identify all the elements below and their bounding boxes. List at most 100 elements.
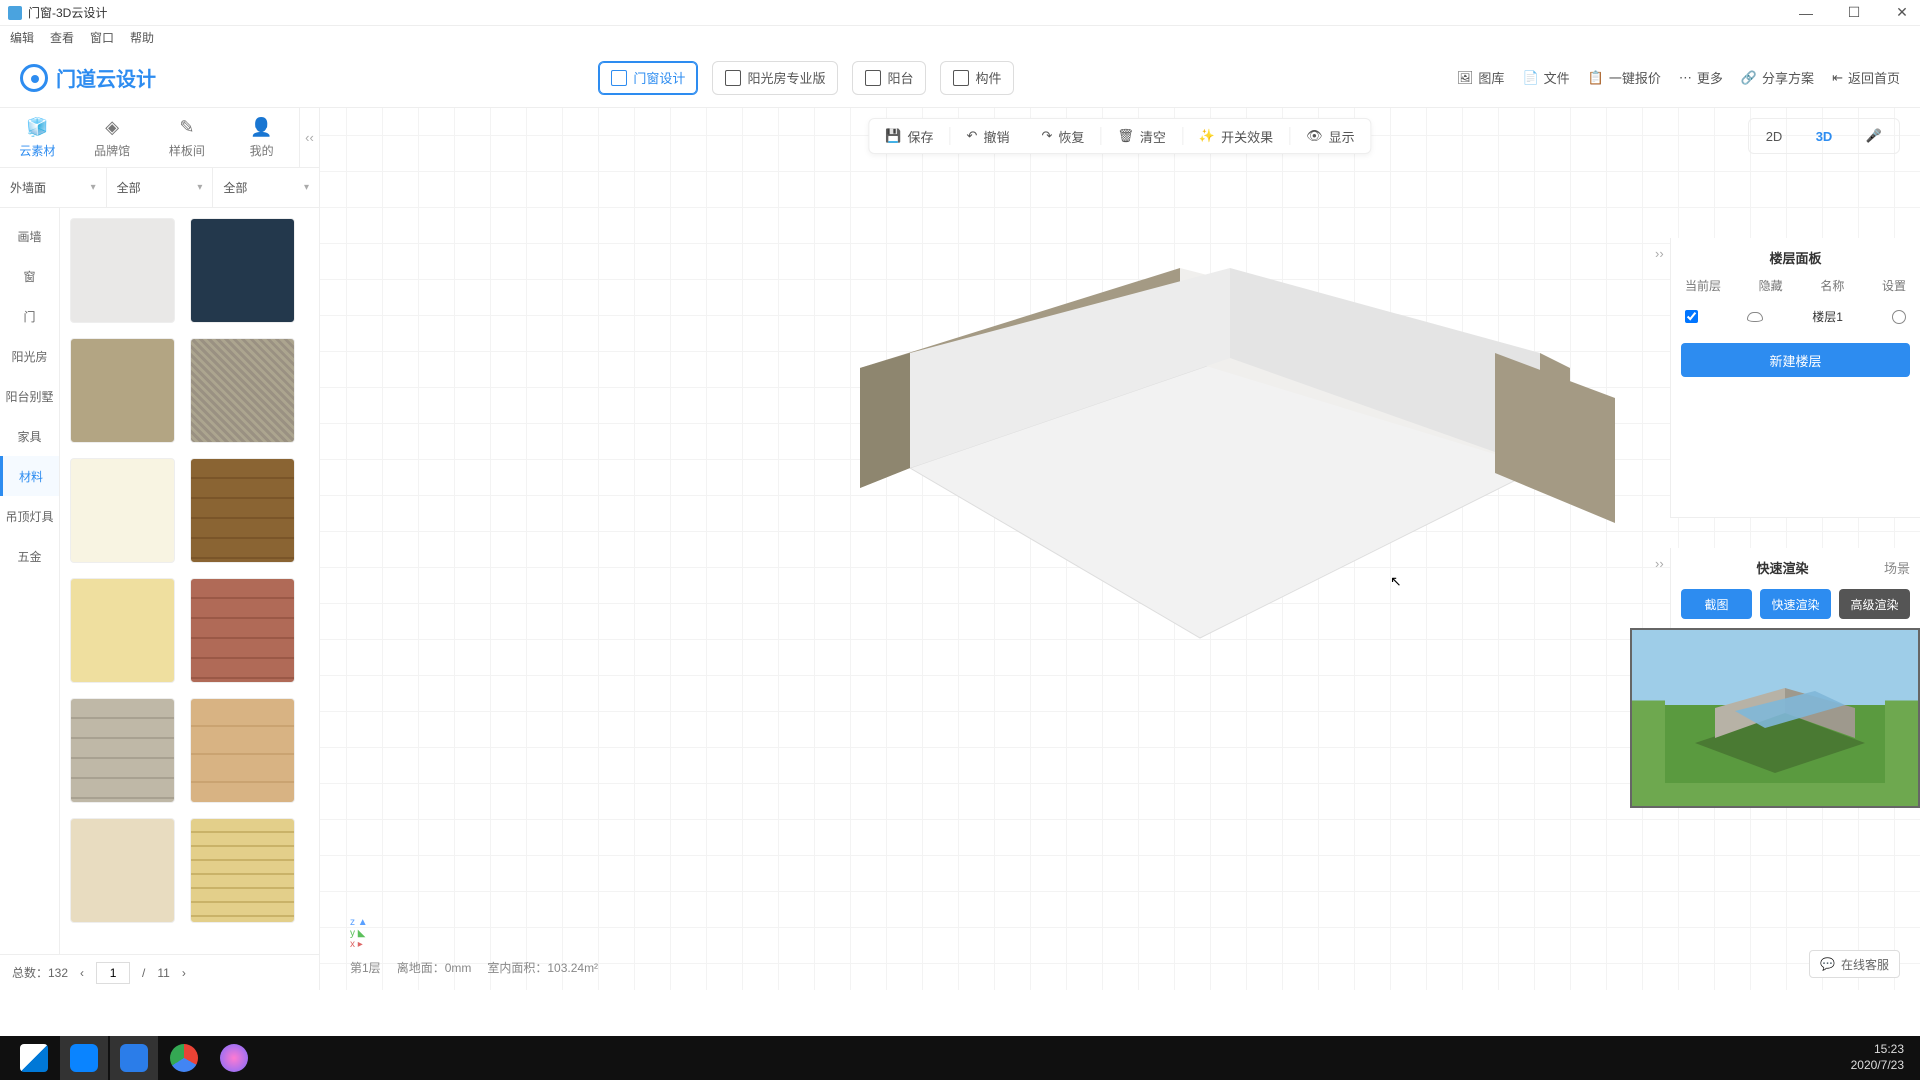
tab-brand[interactable]: ◈品牌馆 (75, 108, 150, 167)
tool-effects[interactable]: ✨开关效果 (1183, 119, 1289, 153)
cube-icon: 🧊 (26, 116, 48, 138)
view-mic[interactable]: 🎤 (1849, 119, 1899, 153)
material-swatch[interactable] (70, 698, 175, 803)
collapse-floor-panel[interactable]: ›› (1655, 246, 1664, 261)
action-more[interactable]: ⋯更多 (1679, 68, 1723, 87)
room-model[interactable] (800, 238, 1620, 738)
windows-taskbar: 15:23 2020/7/23 (0, 1036, 1920, 1080)
mode-door-window[interactable]: 门窗设计 (598, 61, 698, 95)
collapse-render-panel[interactable]: ›› (1655, 556, 1664, 571)
tool-redo[interactable]: ↷恢复 (1025, 119, 1100, 153)
system-tray[interactable]: 15:23 2020/7/23 (1851, 1042, 1910, 1073)
tab-mine[interactable]: 👤我的 (224, 108, 299, 167)
filter-label: 全部 (223, 179, 247, 196)
mode-component[interactable]: 构件 (940, 61, 1014, 95)
tab-cloud-material[interactable]: 🧊云素材 (0, 108, 75, 167)
tab-template[interactable]: ✎样板间 (150, 108, 225, 167)
online-support-button[interactable]: 💬 在线客服 (1809, 950, 1900, 978)
chevron-down-icon: ▾ (91, 182, 96, 193)
tool-save[interactable]: 💾保存 (869, 119, 949, 153)
category-材料[interactable]: 材料 (0, 456, 59, 496)
menu-view[interactable]: 查看 (50, 29, 74, 46)
menu-edit[interactable]: 编辑 (10, 29, 34, 46)
menu-help[interactable]: 帮助 (130, 29, 154, 46)
filter-all-1[interactable]: 全部▾ (107, 168, 214, 207)
action-label: 分享方案 (1762, 68, 1814, 87)
taskbar-app-1[interactable] (60, 1036, 108, 1080)
app-logo[interactable]: 门道云设计 (20, 63, 156, 92)
tool-label: 清空 (1140, 127, 1166, 146)
material-swatch[interactable] (190, 818, 295, 923)
window-close[interactable]: ✕ (1892, 4, 1912, 21)
user-icon: 👤 (251, 116, 273, 138)
trash-icon: 🗑 (1117, 128, 1134, 144)
action-home[interactable]: ⇤返回首页 (1832, 68, 1900, 87)
total-count: 总数：132 (12, 964, 68, 981)
filter-all-2[interactable]: 全部▾ (213, 168, 319, 207)
action-label: 更多 (1697, 68, 1723, 87)
mode-label: 阳光房专业版 (747, 68, 825, 87)
render-preview[interactable] (1630, 628, 1920, 808)
filter-category[interactable]: 外墙面▾ (0, 168, 107, 207)
new-floor-button[interactable]: 新建楼层 (1681, 343, 1910, 377)
canvas-3d-viewport[interactable]: 💾保存 ↶撤销 ↷恢复 🗑清空 ✨开关效果 👁显示 2D 3D 🎤 z ▲y ◣… (320, 108, 1920, 990)
window-maximize[interactable]: ☐ (1844, 4, 1864, 21)
category-阳光房[interactable]: 阳光房 (0, 336, 59, 376)
mode-balcony[interactable]: 阳台 (852, 61, 926, 95)
material-swatch[interactable] (70, 458, 175, 563)
page-next[interactable]: › (182, 966, 186, 980)
material-swatch[interactable] (190, 698, 295, 803)
menu-window[interactable]: 窗口 (90, 29, 114, 46)
tool-label: 撤销 (983, 127, 1009, 146)
material-swatch[interactable] (70, 578, 175, 683)
action-label: 一键报价 (1609, 68, 1661, 87)
floor-row[interactable]: 楼层1 (1681, 304, 1910, 329)
view-2d[interactable]: 2D (1749, 119, 1799, 153)
page-input[interactable] (96, 962, 130, 984)
action-quote[interactable]: 📋一键报价 (1588, 68, 1661, 87)
taskbar-app-2[interactable] (110, 1036, 158, 1080)
btn-advanced-render[interactable]: 高级渲染 (1839, 589, 1910, 619)
tool-clear[interactable]: 🗑 清空 (1101, 119, 1182, 153)
material-swatch[interactable] (190, 458, 295, 563)
filter-label: 全部 (117, 179, 141, 196)
render-panel-title: 快速渲染 (1681, 558, 1884, 577)
action-share[interactable]: 🔗分享方案 (1741, 68, 1814, 87)
view-3d[interactable]: 3D (1799, 119, 1849, 153)
category-吊顶灯具[interactable]: 吊顶灯具 (0, 496, 59, 536)
action-gallery[interactable]: 🖼图库 (1457, 68, 1505, 87)
mode-sunroom[interactable]: 阳光房专业版 (712, 61, 838, 95)
taskbar-chrome[interactable] (160, 1036, 208, 1080)
tool-undo[interactable]: ↶撤销 (951, 119, 1026, 153)
home-icon: ⇤ (1832, 70, 1843, 86)
render-scene-link[interactable]: 场景 (1884, 558, 1910, 577)
tool-display[interactable]: 👁显示 (1290, 119, 1371, 153)
material-swatch[interactable] (70, 818, 175, 923)
material-swatch[interactable] (190, 338, 295, 443)
start-button[interactable] (10, 1036, 58, 1080)
window-minimize[interactable]: — (1796, 5, 1816, 21)
page-sep: / (142, 966, 145, 980)
eye-icon[interactable] (1747, 312, 1763, 322)
category-五金[interactable]: 五金 (0, 536, 59, 576)
gear-icon[interactable] (1892, 310, 1906, 324)
material-swatch[interactable] (190, 578, 295, 683)
category-门[interactable]: 门 (0, 296, 59, 336)
collapse-left-panel[interactable]: ‹‹ (299, 108, 319, 167)
action-file[interactable]: 📄文件 (1522, 68, 1569, 87)
category-窗[interactable]: 窗 (0, 256, 59, 296)
material-swatch[interactable] (70, 338, 175, 443)
material-swatch[interactable] (70, 218, 175, 323)
category-阳台别墅[interactable]: 阳台别墅 (0, 376, 59, 416)
left-panel: 🧊云素材 ◈品牌馆 ✎样板间 👤我的 ‹‹ 外墙面▾ 全部▾ 全部▾ 画墙窗门阳… (0, 108, 320, 990)
category-家具[interactable]: 家具 (0, 416, 59, 456)
tool-label: 恢复 (1058, 127, 1084, 146)
page-prev[interactable]: ‹ (80, 966, 84, 980)
material-swatch[interactable] (190, 218, 295, 323)
floor-current-checkbox[interactable] (1685, 310, 1698, 323)
taskbar-app-3[interactable] (210, 1036, 258, 1080)
btn-quick-render[interactable]: 快速渲染 (1760, 589, 1831, 619)
category-画墙[interactable]: 画墙 (0, 216, 59, 256)
tab-label: 品牌馆 (94, 142, 130, 159)
btn-screenshot[interactable]: 截图 (1681, 589, 1752, 619)
